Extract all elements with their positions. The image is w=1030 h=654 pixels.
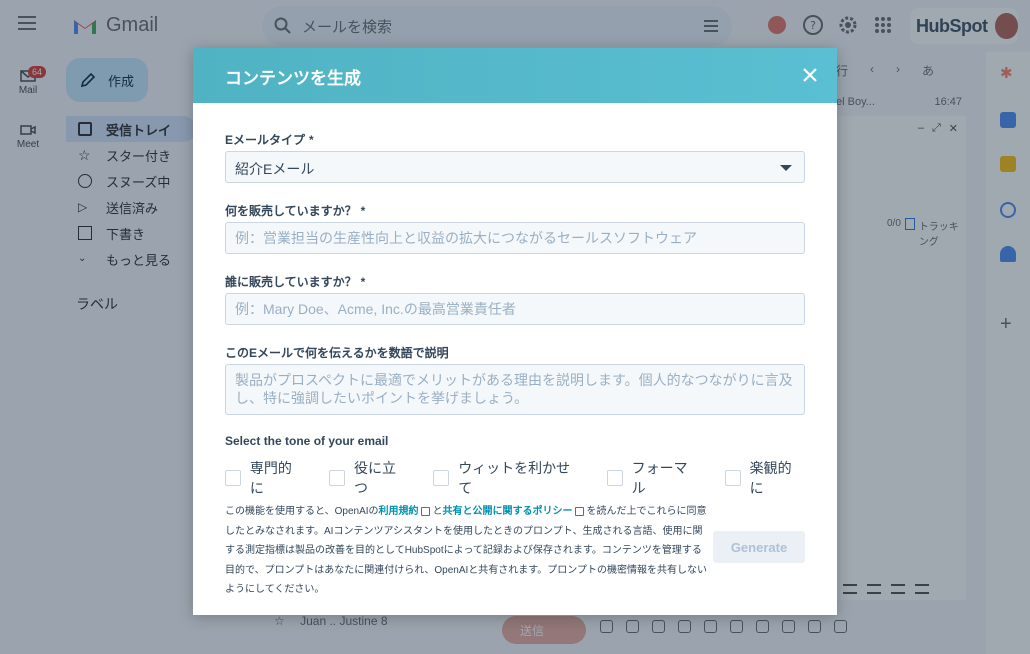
ai-disclaimer: この機能を使用すると、OpenAIの利用規約 と共有と公開に関するポリシー を読んだ…	[225, 502, 709, 600]
disclaimer-middle: と	[432, 506, 443, 517]
email-type-label: Eメールタイプ *	[225, 133, 314, 147]
tone-checkbox[interactable]	[329, 470, 345, 486]
product-input[interactable]	[225, 222, 805, 254]
tone-checkbox[interactable]	[433, 470, 450, 486]
tone-option-label: ウィットを利かせて	[458, 460, 571, 496]
disclaimer-prefix: この機能を使用すると、OpenAIの	[225, 506, 379, 517]
modal-header: コンテンツを生成	[193, 48, 837, 103]
tone-option-label: 楽観的に	[749, 460, 792, 496]
tone-option-label: 役に立つ	[354, 460, 396, 496]
tone-option-label: 専門的に	[249, 460, 292, 496]
tone-option-label: フォーマル	[631, 460, 688, 496]
tone-checkbox[interactable]	[225, 470, 241, 486]
caret-down-icon	[780, 165, 792, 171]
tone-checkbox[interactable]	[606, 470, 623, 486]
tone-option-helpful[interactable]: 役に立つ	[329, 458, 409, 498]
tone-option-witty[interactable]: ウィットを利かせて	[433, 458, 582, 498]
sharing-policy-link[interactable]: 共有と公開に関するポリシー	[443, 506, 573, 517]
tone-option-formal[interactable]: フォーマル	[606, 458, 701, 498]
audience-input[interactable]	[225, 293, 805, 325]
product-label: 何を販売していますか？ *	[225, 204, 366, 218]
tone-option-optimistic[interactable]: 楽観的に	[724, 458, 805, 498]
message-textarea[interactable]	[225, 364, 805, 415]
audience-label: 誰に販売していますか？ *	[225, 275, 366, 289]
tone-option-professional[interactable]: 専門的に	[225, 458, 305, 498]
disclaimer-suffix: を読んだ上でこれらに同意したとみなされます。AIコンテンツアシスタントを使用した…	[225, 506, 708, 595]
generate-button[interactable]: Generate	[713, 531, 805, 563]
external-link-icon	[420, 506, 430, 516]
email-type-value: 紹介Eメール	[235, 161, 315, 177]
message-label: このEメールで何を伝えるかを数語で説明	[225, 346, 449, 360]
tone-options: 専門的に 役に立つ ウィットを利かせて フォーマル 楽観的に	[225, 458, 805, 498]
external-link-icon	[574, 506, 584, 516]
tone-label: Select the tone of your email	[225, 434, 389, 448]
close-icon[interactable]	[801, 66, 819, 84]
generate-content-modal: コンテンツを生成 Eメールタイプ* 紹介Eメール 何を販売していますか？* 誰に…	[193, 48, 837, 615]
email-type-select[interactable]: 紹介Eメール	[225, 151, 805, 183]
terms-of-use-link[interactable]: 利用規約	[379, 506, 419, 517]
tone-checkbox[interactable]	[724, 470, 741, 486]
modal-title: コンテンツを生成	[225, 69, 361, 88]
